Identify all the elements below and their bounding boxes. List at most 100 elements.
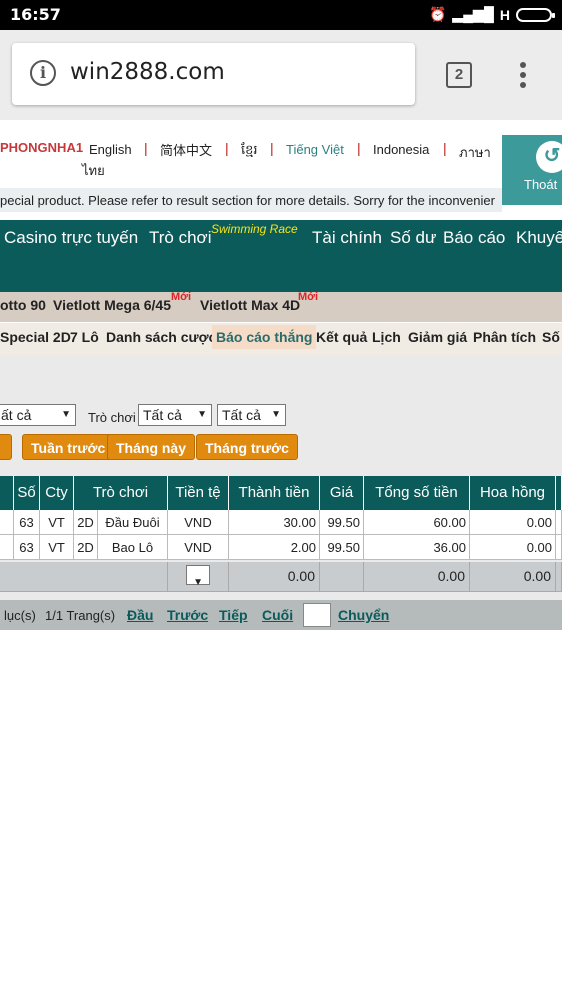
sub-bet-list[interactable]: Danh sách cược [106,329,216,345]
sub-win-report[interactable]: Báo cáo thắng [212,325,317,349]
sub-numbers[interactable]: Số [542,329,560,345]
status-time: 16:57 [10,5,61,24]
last-month-button[interactable]: Tháng trước [196,434,298,460]
first-page-link[interactable]: Đầu [127,607,153,623]
this-month-button[interactable]: Tháng này [107,434,196,460]
go-page-link[interactable]: Chuyển [338,607,389,623]
chevron-down-icon: ▼ [193,577,203,588]
page-number-input[interactable] [303,603,331,627]
currency-select[interactable]: ▼ [186,565,210,588]
table-cell: 0.00 [470,510,556,535]
table-cell: VT [40,535,74,560]
sub-results[interactable]: Kết quả [316,329,367,345]
divider: | [225,140,229,156]
account-name: PHONGNHA1 [0,140,84,155]
table-cell: 2D [74,535,98,560]
game-filter-label: Trò chơi [88,410,136,425]
status-bar: 16:57 ⏰ ▂▄▆█ H [0,0,562,30]
col-header-amount: Thành tiền [229,476,320,510]
totals-cell [556,562,562,592]
sub-7lo[interactable]: 7 Lô [70,329,99,345]
signal-icon: ▂▄▆█ [452,6,494,22]
date-button-partial[interactable] [0,434,12,460]
last-page-link[interactable]: Cuối [262,607,293,623]
more-menu-icon[interactable] [520,62,530,92]
lang-english[interactable]: English [89,142,132,157]
logout-icon: ↺ [536,141,562,173]
totals-cell: ▼ [168,562,229,592]
lang-thai-2[interactable]: ไทย [82,160,105,181]
table-cell: VND [168,510,229,535]
filter-select-3[interactable]: Tất cả ▼ [217,404,286,426]
lang-vietnamese[interactable]: Tiếng Việt [286,142,344,157]
totals-cell [0,562,168,592]
divider: | [144,140,148,156]
new-badge: Mới [171,291,192,303]
lang-indonesia[interactable]: Indonesia [373,142,429,157]
table-cell [0,535,14,560]
pagination-bar: lục(s) 1/1 Trang(s) Đầu Trước Tiếp Cuối … [0,600,562,630]
table-cell: 30.00 [229,510,320,535]
table-cell: VND [168,535,229,560]
language-bar: PHONGNHA1 English | 简体中文 | ខ្មែរ | Tiếng… [0,120,562,188]
game-select[interactable]: Tất cả ▼ [138,404,212,426]
logout-button[interactable]: ↺ Thoát [502,135,562,205]
prev-page-link[interactable]: Trước [167,607,208,623]
nav-casino[interactable]: Casino trực tuyến [4,228,138,248]
network-type: H [499,6,510,23]
last-week-button[interactable]: Tuần trước [22,434,115,460]
filter-select-1-value: ất cả [1,407,32,423]
battery-icon [516,7,555,22]
totals-commission: 0.00 [470,562,556,592]
totals-amount: 0.00 [229,562,320,592]
table-cell [556,535,562,560]
nav-promotions[interactable]: Khuyế [516,228,562,248]
lot-max4d[interactable]: Vietlott Max 4D [200,297,300,313]
table-cell: 2D [74,510,98,535]
divider: | [443,140,447,156]
sub-discount[interactable]: Giảm giá [408,329,467,345]
chevron-down-icon: ▼ [197,409,207,420]
address-bar[interactable]: i win2888.com [12,43,415,105]
col-header-game: Trò chơi [74,476,168,510]
lang-thai[interactable]: ภาษา [459,142,491,163]
logout-label: Thoát [524,177,558,192]
table-cell: 2.00 [229,535,320,560]
next-page-link[interactable]: Tiếp [219,607,248,623]
table-cell: 60.00 [364,510,470,535]
sub-special2d[interactable]: Special 2D [0,329,71,345]
nav-games[interactable]: Trò chơi [149,228,211,248]
table-cell: Đầu Đuôi [98,510,168,535]
alarm-off-icon: ⏰ [429,6,447,22]
nav-reports[interactable]: Báo cáo [443,228,505,248]
game-select-value: Tất cả [143,407,182,423]
tab-switcher-button[interactable]: 2 [446,62,472,88]
filter-select-1[interactable]: ất cả ▼ [0,404,76,426]
table-cell: 63 [14,535,40,560]
lang-chinese[interactable]: 简体中文 [160,140,212,159]
new-badge: Mới [298,291,319,303]
table-cell [0,510,14,535]
divider: | [357,140,361,156]
info-icon[interactable]: i [30,60,56,86]
col-header-so: Số [14,476,40,510]
col-header-partial [0,476,14,510]
nav-games-badge: Swimming Race [211,222,298,236]
totals-total: 0.00 [364,562,470,592]
col-header-price: Giá [320,476,364,510]
table-cell: 0.00 [470,535,556,560]
url-text[interactable]: win2888.com [70,59,225,85]
table-cell: 63 [14,510,40,535]
nav-balance[interactable]: Số dư [390,228,436,248]
sub-analysis[interactable]: Phân tích [473,329,536,345]
col-header-currency: Tiền tệ [168,476,229,510]
sub-schedule[interactable]: Lịch [372,329,401,345]
divider: | [270,140,274,156]
table-cell: 99.50 [320,510,364,535]
col-header-commission: Hoa hồng [470,476,556,510]
lot-mega645[interactable]: Vietlott Mega 6/45 [53,297,171,313]
nav-finance[interactable]: Tài chính [312,228,382,248]
chevron-down-icon: ▼ [271,409,281,420]
lang-khmer[interactable]: ខ្មែរ [241,142,258,161]
lot-lotto90[interactable]: otto 90 [0,297,46,313]
